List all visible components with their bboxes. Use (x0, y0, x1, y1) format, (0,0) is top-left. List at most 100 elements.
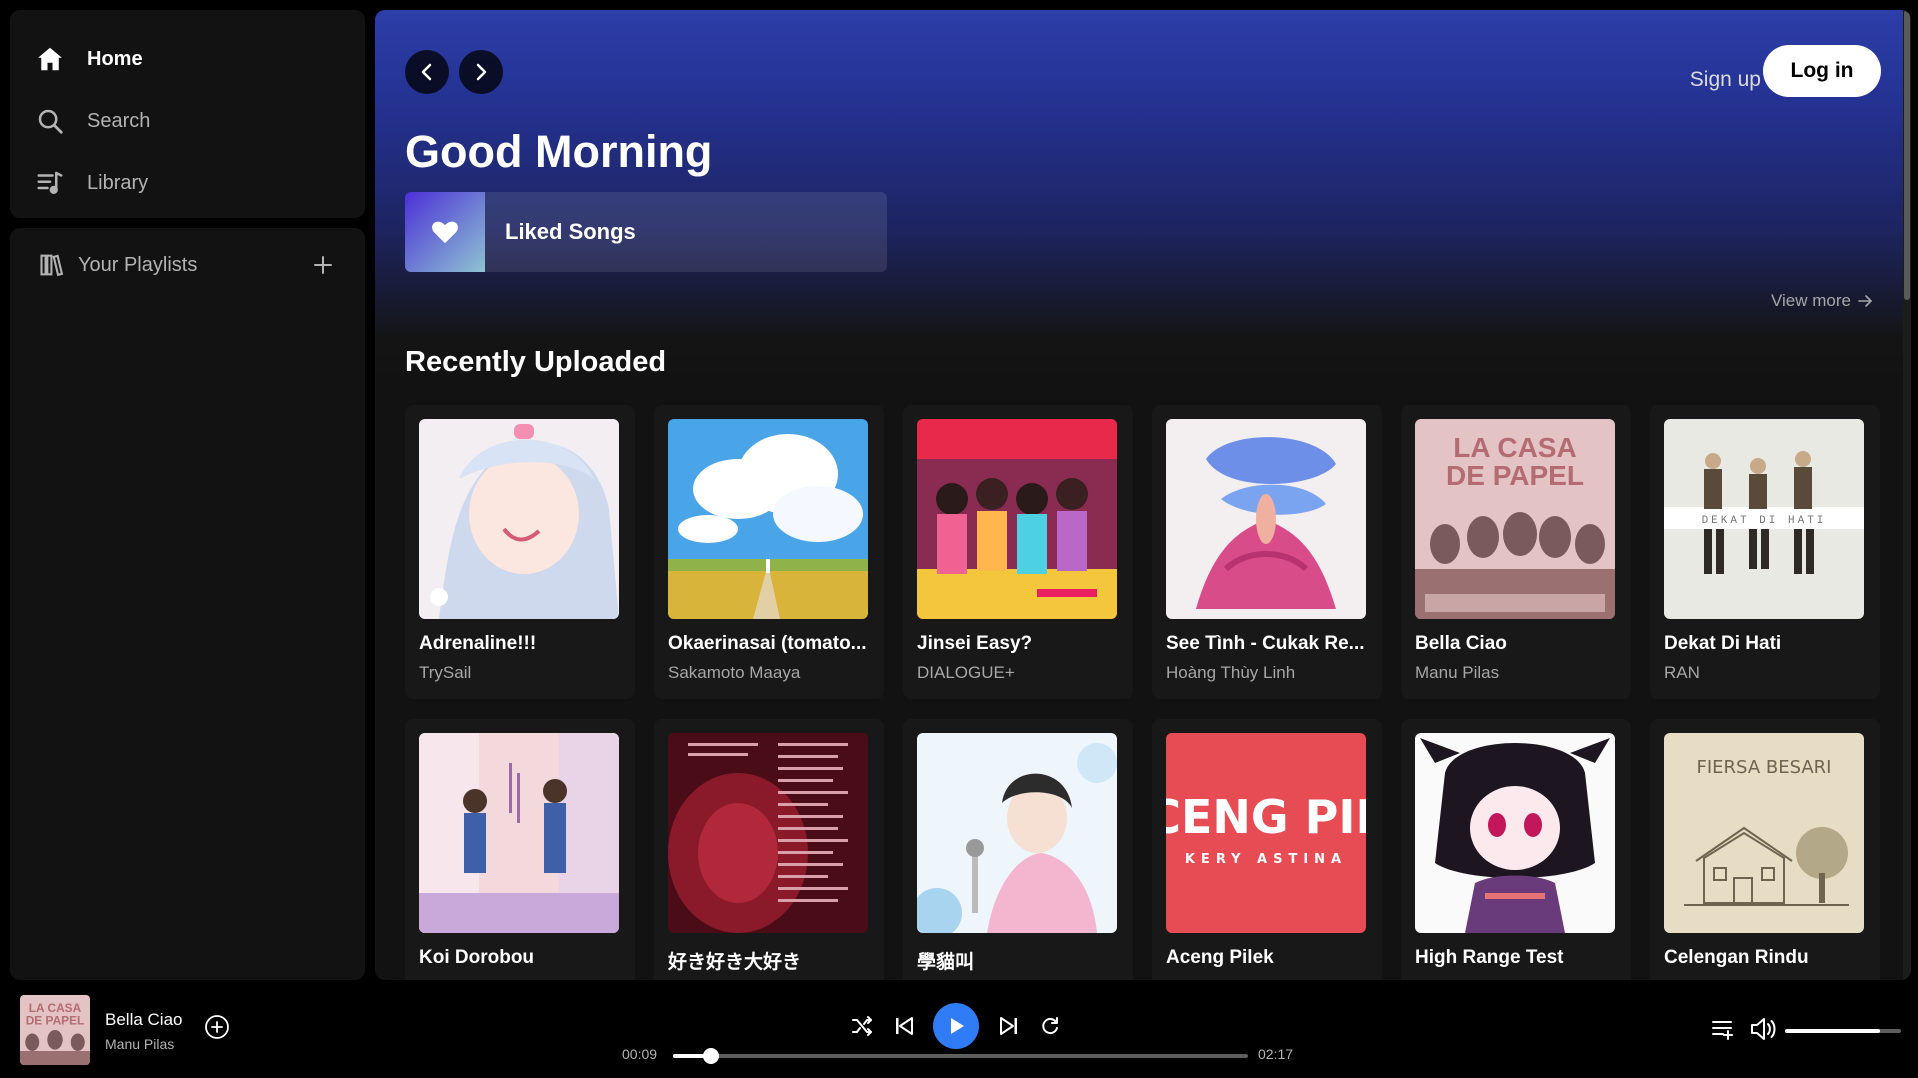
skip-back-icon (895, 1017, 913, 1035)
album-title: Celengan Rindu (1664, 947, 1809, 968)
library-icon (37, 171, 63, 194)
album-title: See Tình - Cukak Re... (1166, 633, 1365, 654)
player-bar: LA CASA DE PAPEL Bella Ciao Manu Pilas 00… (0, 988, 1918, 1078)
home-icon (38, 47, 62, 71)
queue-button[interactable] (1710, 1016, 1736, 1042)
album-artist: Manu Pilas (1415, 663, 1500, 682)
next-button[interactable] (998, 1015, 1020, 1037)
album-artist: Sakamoto Maaya (668, 663, 801, 682)
sidebar-item-library[interactable]: Library (10, 152, 365, 214)
album-title: Aceng Pilek (1166, 947, 1274, 968)
album-card[interactable]: CENG PIL KERY ASTINA Aceng Pilek (1152, 719, 1382, 980)
back-button[interactable] (405, 50, 449, 94)
sidebar-item-label: Library (87, 171, 149, 194)
volume-fill (1785, 1029, 1881, 1033)
album-cover: FIERSA BESARI (1664, 733, 1864, 933)
scrollbar-thumb[interactable] (1904, 10, 1910, 300)
signup-button[interactable]: Sign up (1690, 68, 1761, 92)
now-playing-title[interactable]: Bella Ciao (105, 1010, 183, 1030)
album-card[interactable]: High Range Test (1401, 719, 1631, 980)
forward-button[interactable] (459, 50, 503, 94)
history-nav (405, 50, 503, 94)
cover-text: FIERSA BESARI (1697, 757, 1832, 778)
previous-button[interactable] (893, 1015, 915, 1037)
album-title: Okaerinasai (tomato... (668, 633, 867, 654)
cover-text: LA CASA (1453, 432, 1576, 463)
add-circle-icon (205, 1015, 229, 1039)
sidebar-item-search[interactable]: Search (10, 90, 365, 152)
skip-forward-icon (999, 1017, 1017, 1035)
album-card[interactable]: Adrenaline!!! TrySail (405, 405, 635, 699)
search-icon (38, 109, 63, 134)
chevron-right-icon (476, 63, 487, 81)
album-artist: RAN (1664, 663, 1700, 682)
plus-icon (314, 256, 332, 274)
playlists-icon (40, 254, 64, 277)
album-card[interactable]: Koi Dorobou (405, 719, 635, 980)
album-cover (1166, 419, 1366, 619)
main-scrollbar[interactable] (1903, 10, 1911, 980)
volume-icon (1751, 1018, 1776, 1040)
cover-text: CENG PIL (1166, 790, 1366, 844)
queue-icon (1712, 1021, 1733, 1040)
view-more-label: View more (1771, 291, 1851, 310)
album-card[interactable]: 好き好き大好き (654, 719, 884, 980)
album-title: Jinsei Easy? (917, 633, 1033, 654)
album-grid: Adrenaline!!! TrySail Okaerinasai (tomat… (405, 405, 1880, 980)
album-cover: DEKAT DI HATI (1664, 419, 1864, 619)
chevron-left-icon (421, 63, 432, 81)
sidebar-item-home[interactable]: Home (10, 28, 365, 90)
section-title: Recently Uploaded (405, 346, 667, 378)
album-artist: TrySail (419, 663, 472, 682)
login-button[interactable]: Log in (1763, 45, 1881, 97)
add-playlist-button[interactable] (309, 251, 337, 279)
heart-icon (432, 221, 458, 244)
cover-text: DE PAPEL (1446, 460, 1584, 491)
cover-text: LA CASA (29, 1001, 82, 1015)
album-card[interactable]: DEKAT DI HATI Dekat Di Hati RAN (1650, 405, 1880, 699)
shuffle-button[interactable] (850, 1014, 874, 1038)
arrow-right-icon (1858, 295, 1873, 307)
now-playing-artist[interactable]: Manu Pilas (105, 1036, 174, 1052)
album-card[interactable]: FIERSA BESARI Celengan Rindu (1650, 719, 1880, 980)
album-title: Dekat Di Hati (1664, 633, 1782, 654)
album-card[interactable]: LA CASA DE PAPEL Bella Ciao Manu Pilas (1401, 405, 1631, 699)
sidebar-nav: Home Search Library (10, 10, 365, 218)
now-playing-cover[interactable]: LA CASA DE PAPEL (20, 995, 90, 1065)
progress-handle[interactable] (702, 1048, 719, 1064)
repeat-icon (1042, 1017, 1058, 1035)
cover-text: DEKAT DI HATI (1702, 515, 1827, 527)
album-cover: LA CASA DE PAPEL (1415, 419, 1615, 619)
current-time: 00:09 (622, 1046, 658, 1062)
album-cover (917, 419, 1117, 619)
album-artist: DIALOGUE+ (917, 663, 1015, 682)
liked-songs-label: Liked Songs (505, 219, 636, 244)
album-title: Bella Ciao (1415, 633, 1507, 654)
main-content: Sign up Log in Good Morning Liked Songs … (375, 10, 1911, 980)
album-card[interactable]: Jinsei Easy? DIALOGUE+ (903, 405, 1133, 699)
album-title: High Range Test (1415, 947, 1564, 968)
volume-slider[interactable] (1785, 1029, 1901, 1033)
album-card[interactable]: See Tình - Cukak Re... Hoàng Thùy Linh (1152, 405, 1382, 699)
album-title: Koi Dorobou (419, 947, 535, 968)
album-cover (668, 419, 868, 619)
add-to-library-button[interactable] (204, 1014, 230, 1040)
sidebar-item-label: Search (87, 109, 151, 132)
view-more-link[interactable]: View more (1771, 291, 1873, 311)
total-time: 02:17 (1258, 1046, 1294, 1062)
progress-bar[interactable] (673, 1048, 1248, 1064)
repeat-button[interactable] (1038, 1014, 1062, 1038)
play-icon (951, 1018, 964, 1034)
playlists-header: Your Playlists (10, 228, 365, 302)
album-card[interactable]: 學貓叫 (903, 719, 1133, 980)
play-button[interactable] (933, 1003, 979, 1049)
volume-button[interactable] (1748, 1014, 1778, 1044)
album-card[interactable]: Okaerinasai (tomato... Sakamoto Maaya (654, 405, 884, 699)
cover-text: DE PAPEL (26, 1013, 85, 1027)
album-cover (419, 419, 619, 619)
page-title: Good Morning (405, 126, 713, 177)
liked-songs-tile[interactable]: Liked Songs (405, 192, 887, 272)
liked-songs-art (405, 192, 485, 272)
shuffle-icon (852, 1016, 872, 1036)
album-cover (917, 733, 1117, 933)
